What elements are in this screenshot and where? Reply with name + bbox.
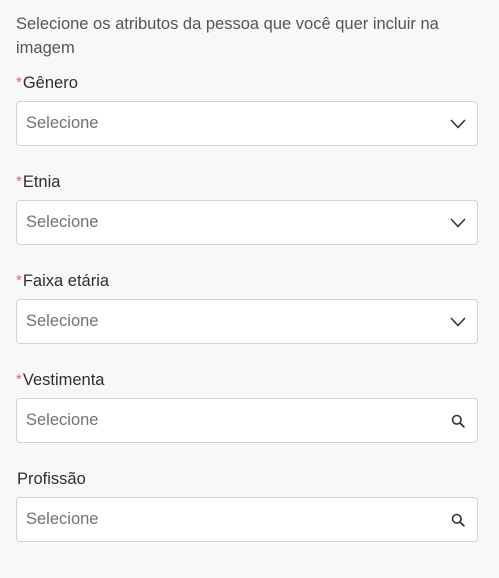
etnia-select[interactable]: Selecione xyxy=(16,200,478,245)
select-placeholder: Selecione xyxy=(26,312,99,330)
select-placeholder: Selecione xyxy=(26,114,99,132)
required-asterisk: * xyxy=(16,371,22,388)
vestimenta-search-select[interactable]: Selecione xyxy=(16,398,478,443)
field-label-row: * Vestimenta xyxy=(16,368,478,392)
field-label: Profissão xyxy=(17,470,86,488)
chevron-down-icon xyxy=(449,214,467,232)
field-genero: * Gênero Selecione xyxy=(16,71,478,146)
profissao-search-select[interactable]: Selecione xyxy=(16,497,478,542)
chevron-down-icon xyxy=(449,313,467,331)
field-etnia: * Etnia Selecione xyxy=(16,170,478,245)
field-label-row: * Faixa etária xyxy=(16,269,478,293)
field-label-row: * Gênero xyxy=(16,71,478,95)
field-vestimenta: * Vestimenta Selecione xyxy=(16,368,478,443)
required-asterisk: * xyxy=(16,74,22,91)
field-label: Etnia xyxy=(22,173,61,191)
field-label: Faixa etária xyxy=(22,272,110,290)
genero-select[interactable]: Selecione xyxy=(16,101,478,146)
search-icon xyxy=(449,412,467,430)
select-placeholder: Selecione xyxy=(26,510,99,528)
field-profissao: Profissão Selecione xyxy=(16,467,478,542)
select-placeholder: Selecione xyxy=(26,213,99,231)
form-instructions: Selecione os atributos da pessoa que voc… xyxy=(16,15,439,57)
person-attributes-form: Selecione os atributos da pessoa que voc… xyxy=(16,12,478,566)
search-icon xyxy=(449,511,467,529)
select-placeholder: Selecione xyxy=(26,411,99,429)
faixa-etaria-select[interactable]: Selecione xyxy=(16,299,478,344)
field-label-row: Profissão xyxy=(16,467,478,491)
required-asterisk: * xyxy=(16,272,22,289)
field-label: Gênero xyxy=(22,74,78,92)
chevron-down-icon xyxy=(449,115,467,133)
required-asterisk: * xyxy=(16,173,22,190)
field-label-row: * Etnia xyxy=(16,170,478,194)
field-label: Vestimenta xyxy=(22,371,105,389)
field-faixa-etaria: * Faixa etária Selecione xyxy=(16,269,478,344)
